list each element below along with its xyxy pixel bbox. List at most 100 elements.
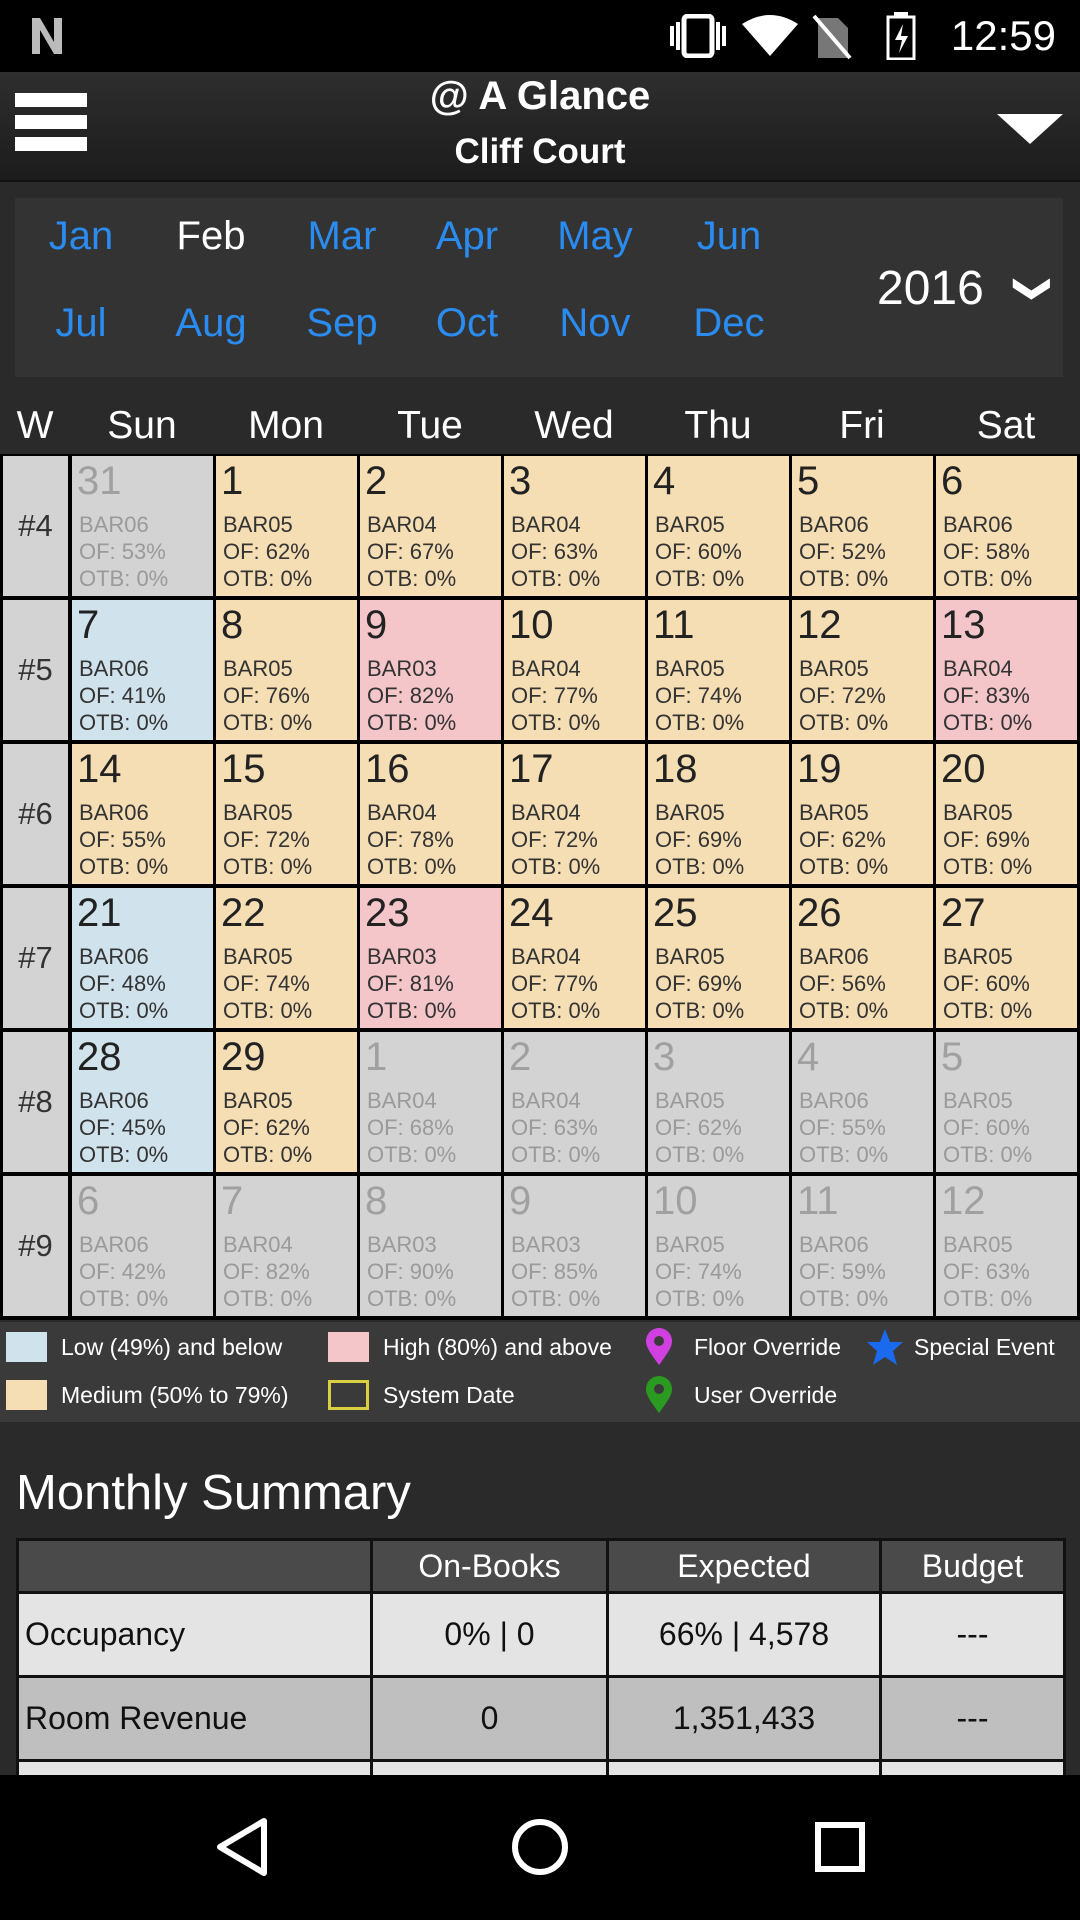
day-cell[interactable]: 4 BAR05 OF: 60% OTB: 0% bbox=[648, 456, 789, 596]
forecast-occupancy: OF: 55% bbox=[799, 1115, 886, 1140]
day-cell[interactable]: 3 BAR04 OF: 63% OTB: 0% bbox=[504, 456, 645, 596]
forecast-occupancy: OF: 60% bbox=[655, 539, 742, 564]
day-cell[interactable]: 19 BAR05 OF: 62% OTB: 0% bbox=[792, 744, 933, 884]
month-oct[interactable]: Oct bbox=[402, 301, 532, 346]
rate-code: BAR05 bbox=[223, 512, 293, 537]
vibrate-icon bbox=[670, 14, 726, 58]
day-cell[interactable]: 18 BAR05 OF: 69% OTB: 0% bbox=[648, 744, 789, 884]
forecast-occupancy: OF: 83% bbox=[943, 683, 1030, 708]
forecast-occupancy: OF: 59% bbox=[799, 1259, 886, 1284]
day-cell[interactable]: 12 BAR05 OF: 63% OTB: 0% bbox=[936, 1176, 1077, 1316]
day-cell[interactable]: 3 BAR05 OF: 62% OTB: 0% bbox=[648, 1032, 789, 1172]
month-mar[interactable]: Mar bbox=[277, 214, 407, 259]
day-cell[interactable]: 10 BAR05 OF: 74% OTB: 0% bbox=[648, 1176, 789, 1316]
day-number: 29 bbox=[221, 1035, 266, 1079]
week-number: #4 bbox=[3, 456, 68, 596]
day-cell[interactable]: 11 BAR06 OF: 59% OTB: 0% bbox=[792, 1176, 933, 1316]
day-cell[interactable]: 5 BAR06 OF: 52% OTB: 0% bbox=[792, 456, 933, 596]
chevron-down-icon[interactable]: ❯ bbox=[1013, 274, 1055, 304]
week-number: #8 bbox=[3, 1032, 68, 1172]
month-jan[interactable]: Jan bbox=[16, 214, 146, 259]
forecast-occupancy: OF: 74% bbox=[655, 1259, 742, 1284]
on-the-books: OTB: 0% bbox=[943, 998, 1033, 1023]
day-header-sat: Sat bbox=[976, 404, 1036, 447]
day-cell[interactable]: 6 BAR06 OF: 42% OTB: 0% bbox=[72, 1176, 213, 1316]
on-books-value: 0 bbox=[370, 1675, 609, 1762]
day-cell[interactable]: 9 BAR03 OF: 82% OTB: 0% bbox=[360, 600, 501, 740]
wifi-icon bbox=[742, 15, 798, 56]
month-jun[interactable]: Jun bbox=[664, 214, 794, 259]
day-header-mon: Mon bbox=[248, 404, 324, 447]
day-cell[interactable]: 24 BAR04 OF: 77% OTB: 0% bbox=[504, 888, 645, 1028]
day-number: 2 bbox=[365, 459, 388, 503]
header-budget: Budget bbox=[879, 1538, 1066, 1594]
month-feb[interactable]: Feb bbox=[146, 214, 276, 259]
day-cell[interactable]: 23 BAR03 OF: 81% OTB: 0% bbox=[360, 888, 501, 1028]
month-dec[interactable]: Dec bbox=[664, 301, 794, 346]
on-the-books: OTB: 0% bbox=[943, 854, 1033, 879]
year-selector[interactable]: 2016 bbox=[877, 261, 984, 316]
day-cell[interactable]: 2 BAR04 OF: 63% OTB: 0% bbox=[504, 1032, 645, 1172]
day-cell[interactable]: 7 BAR06 OF: 41% OTB: 0% bbox=[72, 600, 213, 740]
forecast-occupancy: OF: 53% bbox=[79, 539, 166, 564]
day-cell[interactable]: 14 BAR06 OF: 55% OTB: 0% bbox=[72, 744, 213, 884]
home-icon[interactable] bbox=[510, 1817, 570, 1877]
day-cell[interactable]: 10 BAR04 OF: 77% OTB: 0% bbox=[504, 600, 645, 740]
month-aug[interactable]: Aug bbox=[146, 301, 276, 346]
day-cell[interactable]: 25 BAR05 OF: 69% OTB: 0% bbox=[648, 888, 789, 1028]
day-cell[interactable]: 20 BAR05 OF: 69% OTB: 0% bbox=[936, 744, 1077, 884]
day-number: 21 bbox=[77, 891, 122, 935]
day-number: 11 bbox=[653, 603, 695, 647]
forecast-occupancy: OF: 85% bbox=[511, 1259, 598, 1284]
day-cell[interactable]: 2 BAR04 OF: 67% OTB: 0% bbox=[360, 456, 501, 596]
day-cell[interactable]: 8 BAR05 OF: 76% OTB: 0% bbox=[216, 600, 357, 740]
day-cell[interactable]: 21 BAR06 OF: 48% OTB: 0% bbox=[72, 888, 213, 1028]
legend: Low (49%) and below High (80%) and above… bbox=[0, 1322, 1080, 1422]
day-cell[interactable]: 28 BAR06 OF: 45% OTB: 0% bbox=[72, 1032, 213, 1172]
month-sep[interactable]: Sep bbox=[277, 301, 407, 346]
day-cell[interactable]: 22 BAR05 OF: 74% OTB: 0% bbox=[216, 888, 357, 1028]
month-may[interactable]: May bbox=[530, 214, 660, 259]
rate-code: BAR05 bbox=[943, 1088, 1013, 1113]
on-the-books: OTB: 0% bbox=[223, 1142, 313, 1167]
day-cell[interactable]: 15 BAR05 OF: 72% OTB: 0% bbox=[216, 744, 357, 884]
day-cell[interactable]: 1 BAR04 OF: 68% OTB: 0% bbox=[360, 1032, 501, 1172]
on-the-books: OTB: 0% bbox=[511, 998, 601, 1023]
day-cell[interactable]: 12 BAR05 OF: 72% OTB: 0% bbox=[792, 600, 933, 740]
rate-code: BAR06 bbox=[799, 1088, 869, 1113]
day-cell[interactable]: 16 BAR04 OF: 78% OTB: 0% bbox=[360, 744, 501, 884]
day-cell[interactable]: 27 BAR05 OF: 60% OTB: 0% bbox=[936, 888, 1077, 1028]
day-cell[interactable]: 8 BAR03 OF: 90% OTB: 0% bbox=[360, 1176, 501, 1316]
recents-icon[interactable] bbox=[814, 1821, 866, 1873]
day-cell[interactable]: 11 BAR05 OF: 74% OTB: 0% bbox=[648, 600, 789, 740]
forecast-occupancy: OF: 63% bbox=[943, 1259, 1030, 1284]
day-cell[interactable]: 31 BAR06 OF: 53% OTB: 0% bbox=[72, 456, 213, 596]
day-cell[interactable]: 1 BAR05 OF: 62% OTB: 0% bbox=[216, 456, 357, 596]
day-number: 6 bbox=[77, 1179, 100, 1223]
on-the-books: OTB: 0% bbox=[79, 566, 169, 591]
rate-code: BAR05 bbox=[943, 800, 1013, 825]
action-bar: @ A Glance Cliff Court bbox=[0, 72, 1080, 182]
month-jul[interactable]: Jul bbox=[16, 301, 146, 346]
day-number: 8 bbox=[365, 1179, 388, 1223]
day-cell[interactable]: 6 BAR06 OF: 58% OTB: 0% bbox=[936, 456, 1077, 596]
rate-code: BAR05 bbox=[799, 656, 869, 681]
day-cell[interactable]: 17 BAR04 OF: 72% OTB: 0% bbox=[504, 744, 645, 884]
day-number: 5 bbox=[797, 459, 820, 503]
property-dropdown-icon[interactable] bbox=[997, 114, 1063, 144]
rate-code: BAR06 bbox=[799, 1232, 869, 1257]
day-cell[interactable]: 9 BAR03 OF: 85% OTB: 0% bbox=[504, 1176, 645, 1316]
day-cell[interactable]: 29 BAR05 OF: 62% OTB: 0% bbox=[216, 1032, 357, 1172]
rate-code: BAR04 bbox=[511, 944, 581, 969]
day-cell[interactable]: 26 BAR06 OF: 56% OTB: 0% bbox=[792, 888, 933, 1028]
day-cell[interactable]: 7 BAR04 OF: 82% OTB: 0% bbox=[216, 1176, 357, 1316]
month-apr[interactable]: Apr bbox=[402, 214, 532, 259]
day-number: 4 bbox=[797, 1035, 820, 1079]
day-cell[interactable]: 5 BAR05 OF: 60% OTB: 0% bbox=[936, 1032, 1077, 1172]
day-cell[interactable]: 13 BAR04 OF: 83% OTB: 0% bbox=[936, 600, 1077, 740]
day-number: 10 bbox=[509, 603, 554, 647]
day-cell[interactable]: 4 BAR06 OF: 55% OTB: 0% bbox=[792, 1032, 933, 1172]
month-nov[interactable]: Nov bbox=[530, 301, 660, 346]
on-the-books: OTB: 0% bbox=[79, 1286, 169, 1311]
back-icon[interactable] bbox=[214, 1817, 270, 1877]
